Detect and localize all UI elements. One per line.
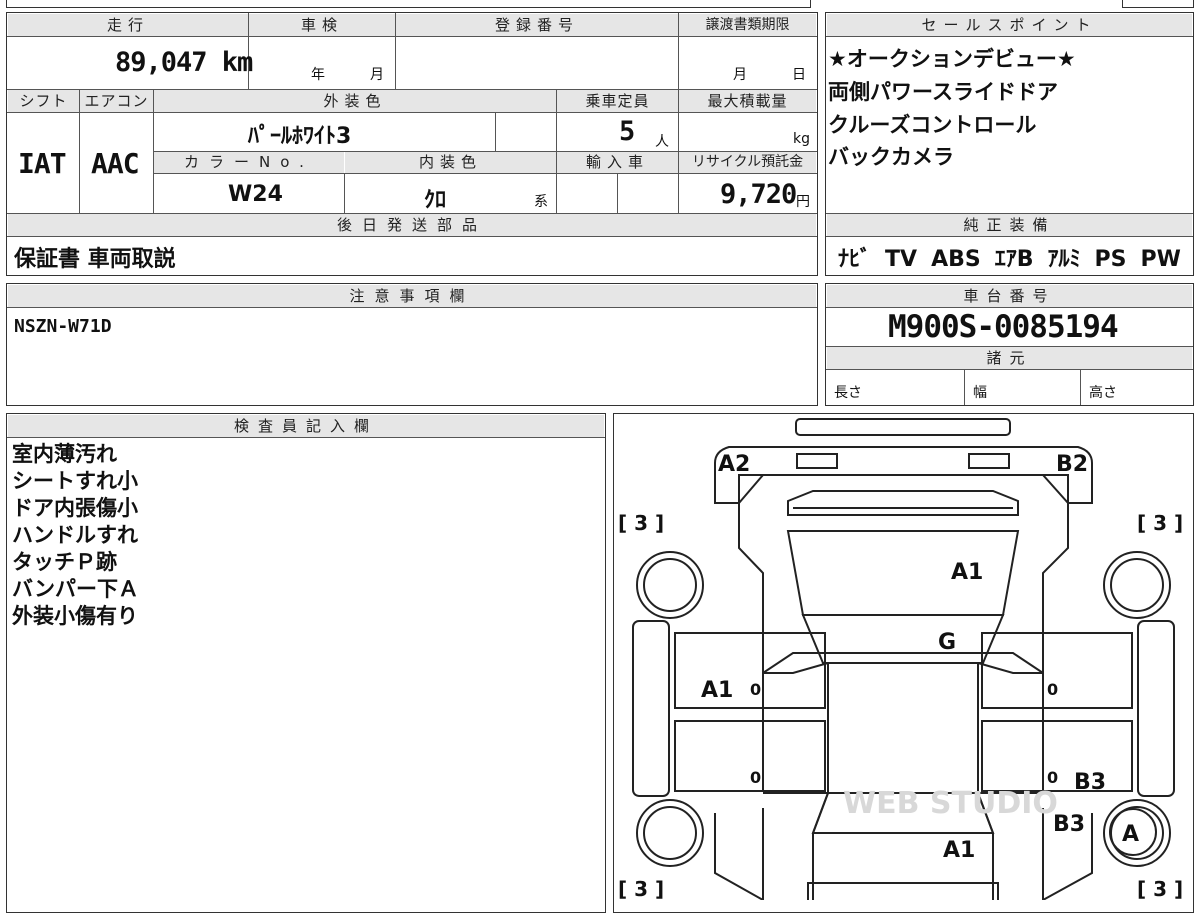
- shift-header: シフト: [8, 90, 79, 112]
- sales-point-line: クルーズコントロール: [828, 113, 1037, 137]
- inspector-note: 外装小傷有り: [12, 604, 138, 628]
- capacity-header: 乗車定員: [557, 90, 678, 112]
- wheel-front-left: [636, 551, 704, 619]
- inspection-month: 月: [370, 67, 384, 83]
- top-strip-right: [1122, 0, 1194, 8]
- dimensions-header: 諸元: [827, 347, 1192, 369]
- shift-value: IAT: [18, 147, 67, 180]
- inspector-note: ハンドルすれ: [12, 523, 138, 547]
- sales-point-line: バックカメラ: [828, 145, 954, 169]
- roof: [827, 662, 979, 794]
- inspector-header: 検査員記入欄: [8, 415, 604, 437]
- registration-header: 登録番号: [396, 14, 678, 36]
- left-fender: [632, 620, 670, 797]
- tire-front-right: [ 3 ]: [1137, 511, 1183, 535]
- import-header: 輸入車: [557, 152, 678, 173]
- equipment-item: ﾅﾋﾞ: [838, 247, 872, 272]
- transfer-month: 月: [733, 67, 747, 83]
- max-load-header: 最大積載量: [679, 90, 816, 112]
- damage-left-door: A1: [701, 678, 733, 703]
- color-no-value: W24: [228, 182, 283, 207]
- front-bumper: [795, 418, 1011, 436]
- equipment-item: ｴｱB: [994, 247, 1034, 272]
- equipment-item: PW: [1140, 247, 1181, 272]
- exterior-color-header: 外装色: [154, 90, 556, 112]
- equipment-item: TV: [885, 247, 918, 272]
- equipment-header: 純正装備: [827, 214, 1192, 236]
- rear-bumper: [807, 882, 999, 900]
- later-parts-header: 後日発送部品: [8, 214, 816, 236]
- hood: [786, 530, 1020, 616]
- sales-point-line: 両側パワースライドドア: [828, 80, 1058, 104]
- ac-header: エアコン: [80, 90, 153, 112]
- color-no-header: カラーNo.: [154, 152, 344, 173]
- damage-rear-wheel: A: [1122, 822, 1139, 847]
- chassis-number-header: 車台番号: [827, 285, 1192, 307]
- chassis-number-value: M900S-0085194: [888, 309, 1119, 345]
- damage-front-right: B2: [1056, 452, 1088, 477]
- wheel-rear-left: [636, 799, 704, 867]
- top-strip-left: [6, 0, 811, 8]
- inspector-note: ドア内張傷小: [12, 496, 138, 520]
- equipment-item: ABS: [931, 247, 981, 272]
- damage-windshield: G: [938, 630, 956, 655]
- max-load-unit: kg: [793, 131, 810, 147]
- width-label: 幅: [973, 385, 987, 401]
- ac-value: AAC: [91, 147, 140, 180]
- tire-rear-left: [ 3 ]: [618, 877, 664, 900]
- notes-header: 注意事項欄: [8, 285, 816, 307]
- door-zero: 0: [750, 768, 761, 787]
- inspection-year: 年: [311, 67, 325, 83]
- grille: [787, 490, 1019, 516]
- capacity-unit: 人: [655, 134, 669, 150]
- mileage-value: 89,047 km: [115, 47, 253, 78]
- interior-color-suffix: 系: [534, 194, 548, 210]
- inspector-note: 室内薄汚れ: [12, 442, 117, 466]
- damage-hood: A1: [951, 560, 983, 585]
- transfer-day: 日: [792, 67, 806, 83]
- recycle-unit: 円: [796, 194, 810, 210]
- exterior-color-value: ﾊﾟｰﾙﾎﾜｲﾄ3: [248, 124, 352, 149]
- mileage-header: 走行: [8, 14, 248, 36]
- damage-rear-quarter: B3: [1053, 812, 1085, 837]
- interior-color-header: 内装色: [345, 152, 556, 173]
- sales-point-header: セールスポイント: [827, 14, 1192, 36]
- inspector-note: シートすれ小: [12, 469, 138, 493]
- recycle-header: リサイクル預託金: [679, 152, 816, 173]
- equipment-item: PS: [1094, 247, 1127, 272]
- sales-point-line: ★オークションデビュー★: [828, 47, 1076, 71]
- equipment-list: ﾅﾋﾞ TV ABS ｴｱB ｱﾙﾐ PS PW: [838, 241, 1181, 273]
- windshield: [801, 614, 1005, 664]
- right-fender: [1137, 620, 1175, 797]
- inspector-note: タッチＰ跡: [12, 550, 117, 574]
- capacity-value: 5: [619, 116, 635, 147]
- door-zero: 0: [1047, 768, 1058, 787]
- interior-color-value: ｸﾛ: [424, 188, 447, 213]
- transfer-deadline-header: 譲渡書類期限: [679, 14, 816, 36]
- wheel-front-right: [1103, 551, 1171, 619]
- height-label: 高さ: [1089, 385, 1117, 401]
- tire-front-left: [ 3 ]: [618, 511, 664, 535]
- door-zero: 0: [750, 680, 761, 699]
- length-label: 長さ: [834, 385, 862, 401]
- door-zero: 0: [1047, 680, 1058, 699]
- later-parts-value: 保証書 車両取説: [14, 247, 176, 272]
- inspector-note: バンパー下Ａ: [12, 577, 140, 601]
- tire-rear-right: [ 3 ]: [1137, 877, 1183, 900]
- left-headlight: [796, 453, 838, 469]
- recycle-value: 9,720: [720, 179, 797, 210]
- damage-right-rear: B3: [1074, 770, 1106, 795]
- inspection-header: 車検: [249, 14, 395, 36]
- equipment-item: ｱﾙﾐ: [1047, 247, 1081, 272]
- right-headlight: [968, 453, 1010, 469]
- damage-front-left: A2: [718, 452, 750, 477]
- watermark: WEB STUDIO: [843, 786, 1058, 821]
- notes-value: NSZN-W71D: [14, 316, 112, 337]
- damage-rear: A1: [943, 838, 975, 863]
- car-damage-diagram: WEB STUDIO A2 B2 A1 G A1 B3 B3 A A1 0 0 …: [618, 418, 1183, 900]
